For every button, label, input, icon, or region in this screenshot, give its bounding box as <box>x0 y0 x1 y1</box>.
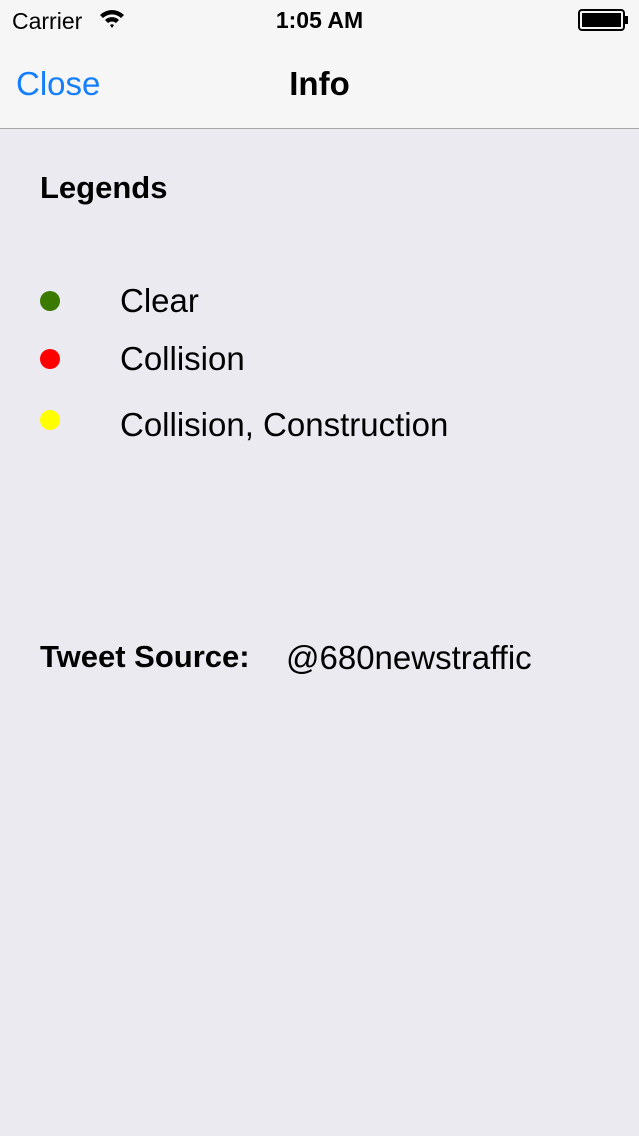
status-time: 1:05 AM <box>275 7 364 33</box>
navigation-bar: Close Info <box>0 40 639 129</box>
legend-label: Collision <box>120 340 245 377</box>
status-bar: Carrier 1:05 AM <box>0 0 639 40</box>
page-title: Info <box>289 65 350 102</box>
battery-full-icon <box>578 9 628 31</box>
legends-heading: Legends <box>40 170 168 205</box>
legend-label: Collision, Construction <box>120 406 449 443</box>
legend-dot-icon <box>40 291 60 311</box>
tweet-source-label: Tweet Source: <box>40 639 250 674</box>
legend-label: Clear <box>120 282 199 319</box>
info-screen: Carrier 1:05 AM Close Info Legends Clear… <box>0 0 639 1136</box>
legend-dot-icon <box>40 410 60 430</box>
legend-dot-icon <box>40 349 60 369</box>
tweet-source-handle: @680newstraffic <box>286 639 532 676</box>
